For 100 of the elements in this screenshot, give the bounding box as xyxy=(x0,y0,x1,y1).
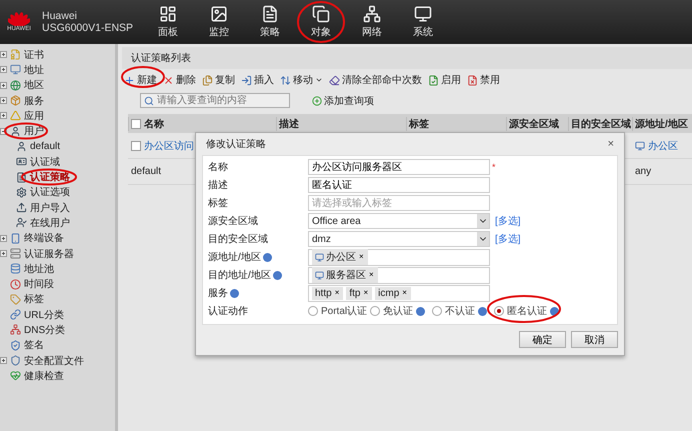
database-icon xyxy=(10,263,21,274)
expand-toggle[interactable] xyxy=(0,82,7,89)
column-header: 源安全区域 xyxy=(509,117,559,130)
certificate-icon xyxy=(10,49,21,60)
tag-icon xyxy=(10,294,21,305)
sidebar-item[interactable]: 标签 xyxy=(24,292,44,306)
tag: http × xyxy=(312,286,344,300)
sidebar-item[interactable]: 地区 xyxy=(24,78,44,92)
radio-option[interactable]: 匿名认证 xyxy=(494,304,556,318)
sidebar-item[interactable]: 用户导入 xyxy=(30,200,70,215)
field-label: 目的地址/地区 xyxy=(208,268,271,282)
device-icon xyxy=(10,232,21,244)
sidebar-item[interactable]: 时间段 xyxy=(24,277,54,292)
annotation-circle xyxy=(297,1,345,43)
text-field[interactable]: 办公区访问服务器区 xyxy=(308,159,490,175)
sidebar-item[interactable]: default xyxy=(30,140,60,152)
toolbar-button[interactable]: 复制 xyxy=(202,73,235,87)
radio-button[interactable] xyxy=(308,306,318,316)
radio-option[interactable]: 不认证 xyxy=(432,304,494,318)
nav-tab[interactable]: 面板 xyxy=(146,5,190,39)
sidebar-item[interactable]: 认证服务器 xyxy=(24,246,74,260)
annotation-circle xyxy=(121,66,165,88)
toolbar-button[interactable]: 删除 xyxy=(163,73,196,87)
sidebar-item[interactable]: 地址池 xyxy=(24,262,54,276)
monitor-icon xyxy=(315,270,324,280)
confirm-button[interactable]: 确定 xyxy=(519,331,566,348)
sidebar-item[interactable]: 应用 xyxy=(24,108,44,123)
nav-tab[interactable]: 系统 xyxy=(401,5,445,39)
nav-tab[interactable]: 监控 xyxy=(197,5,241,39)
tag-field[interactable]: http × ftp × icmp × xyxy=(308,284,490,302)
sidebar-item[interactable]: 健康检查 xyxy=(24,368,64,383)
insert-icon xyxy=(241,74,252,86)
sidebar-item[interactable]: 在线用户 xyxy=(30,216,70,230)
heart-pulse-icon xyxy=(10,370,21,382)
text-field[interactable]: 请选择或输入标签 xyxy=(308,195,490,211)
copy-icon xyxy=(312,5,330,23)
dropdown-field[interactable]: dmz xyxy=(308,231,490,247)
monitor-icon xyxy=(635,140,645,150)
sidebar-item[interactable]: URL分类 xyxy=(24,308,64,322)
sidebar-item[interactable]: 终端设备 xyxy=(24,231,64,246)
checkbox[interactable] xyxy=(131,118,141,128)
expand-toggle[interactable] xyxy=(0,51,7,58)
tag: 服务器区 × xyxy=(312,267,378,283)
file-check-icon xyxy=(428,74,439,86)
tag: icmp × xyxy=(375,286,411,300)
expand-toggle[interactable] xyxy=(0,97,7,104)
sidebar-item[interactable]: 认证选项 xyxy=(30,185,70,200)
expand-toggle[interactable] xyxy=(0,66,7,74)
expand-toggle[interactable] xyxy=(0,234,7,242)
sidebar-item[interactable]: 用户 xyxy=(24,124,44,138)
toolbar-button[interactable]: 启用 xyxy=(428,73,461,87)
expand-toggle[interactable] xyxy=(0,250,7,257)
remove-button[interactable]: × xyxy=(368,271,375,279)
tag-field[interactable]: 办公区 × xyxy=(308,248,490,266)
toolbar-button[interactable]: 禁用 xyxy=(467,73,500,87)
checkbox[interactable] xyxy=(131,140,141,150)
cancel-button[interactable]: 取消 xyxy=(571,331,618,348)
expand-toggle[interactable] xyxy=(0,112,7,120)
field-label: 源地址/地区 xyxy=(208,250,261,264)
toolbar-button[interactable]: 移动 xyxy=(280,73,323,87)
radio-button[interactable] xyxy=(494,306,504,316)
radio-button[interactable] xyxy=(432,306,442,316)
multi-select-link[interactable]: [多选] xyxy=(495,214,521,228)
toolbar-button[interactable]: 新建 xyxy=(124,73,157,87)
sidebar-item[interactable]: 地址 xyxy=(24,62,44,77)
close-button[interactable]: × xyxy=(608,138,614,150)
multi-select-link[interactable]: [多选] xyxy=(495,232,521,246)
remove-button[interactable]: × xyxy=(334,289,340,297)
plus-icon xyxy=(312,96,322,106)
radio-option[interactable]: Portal认证 xyxy=(308,304,370,318)
column-header: 描述 xyxy=(279,118,299,130)
nav-tab[interactable]: 网络 xyxy=(350,5,394,39)
field-label: 目的安全区域 xyxy=(208,232,268,246)
sidebar-item[interactable]: DNS分类 xyxy=(24,322,66,337)
sidebar-item[interactable]: 认证域 xyxy=(30,154,60,169)
remove-button[interactable]: × xyxy=(358,253,365,261)
remove-button[interactable]: × xyxy=(401,289,408,297)
tag-field[interactable]: 服务器区 × xyxy=(308,266,490,284)
table-cell: any xyxy=(635,166,652,177)
sidebar-item[interactable]: 签名 xyxy=(24,338,44,352)
radio-button[interactable] xyxy=(370,306,380,316)
sidebar-item[interactable]: 认证策略 xyxy=(30,170,70,184)
sidebar-item[interactable]: 安全配置文件 xyxy=(24,354,84,368)
sidebar-item[interactable]: 证书 xyxy=(24,48,44,62)
nav-tab[interactable]: 对象 xyxy=(299,5,343,39)
text-field[interactable]: 匿名认证 xyxy=(308,177,490,193)
sidebar-item[interactable]: 服务 xyxy=(24,94,44,108)
package-icon xyxy=(10,95,21,106)
dropdown-field[interactable]: Office area xyxy=(308,213,490,229)
annotation-circle xyxy=(4,122,48,140)
expand-toggle[interactable] xyxy=(0,357,7,364)
toolbar-button[interactable]: 清除全部命中次数 xyxy=(329,73,422,87)
toolbar-button[interactable]: 插入 xyxy=(241,73,274,87)
add-query-button[interactable]: 添加查询项 xyxy=(312,94,374,108)
remove-button[interactable]: × xyxy=(362,289,370,297)
field-label: 名称 xyxy=(208,161,228,174)
globe-icon xyxy=(10,80,21,91)
monitor-icon xyxy=(315,252,324,262)
radio-option[interactable]: 免认证 xyxy=(370,304,432,318)
nav-tab[interactable]: 策略 xyxy=(248,5,292,39)
